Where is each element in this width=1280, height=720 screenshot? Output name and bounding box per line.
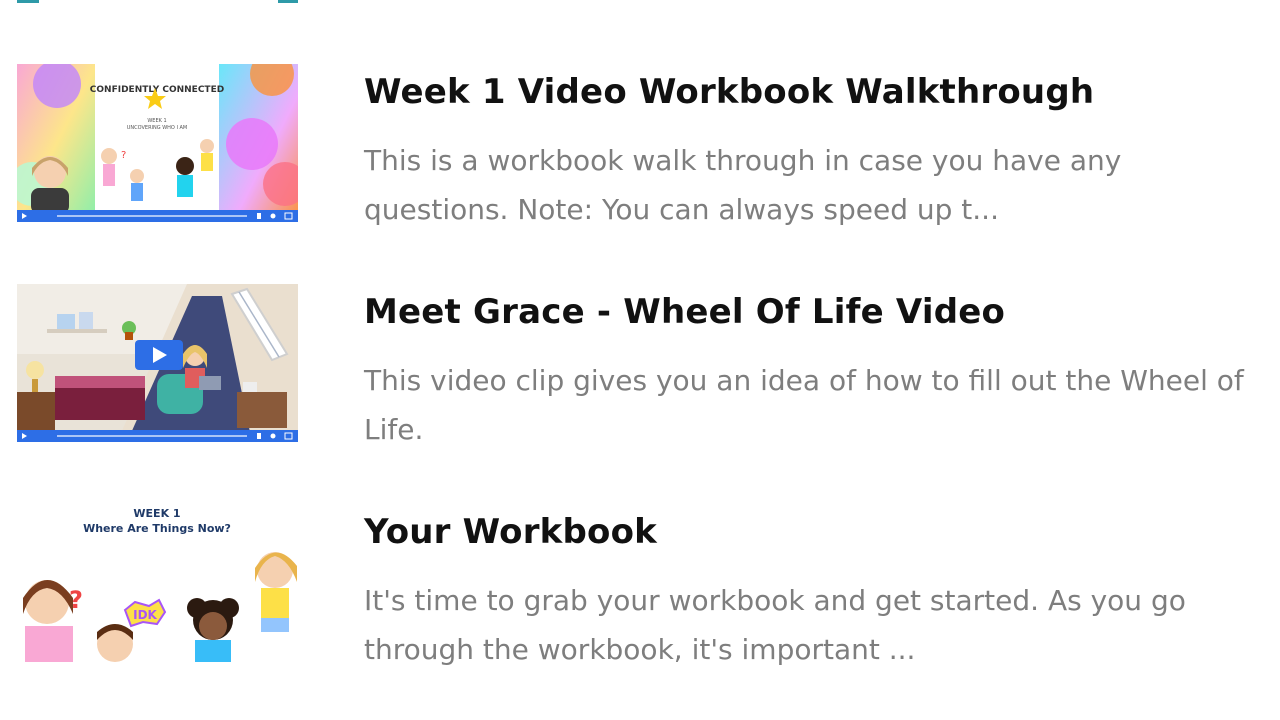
video-thumbnail[interactable]: [17, 284, 298, 442]
lesson-item-meet-grace[interactable]: Meet Grace - Wheel Of Life Video This vi…: [17, 284, 1257, 464]
lesson-item-workbook-walkthrough[interactable]: CONFIDENTLY CONNECTED WEEK 1 UNCOVERING …: [17, 64, 1257, 244]
lesson-description: This is a workbook walk through in case …: [364, 144, 1122, 226]
svg-text:?: ?: [69, 586, 83, 614]
thumbnail-line1: WEEK 1: [133, 507, 180, 520]
thumbnail-line2: UNCOVERING WHO I AM: [127, 125, 188, 131]
thumbnail-line1: WEEK 1: [147, 118, 166, 124]
thumbnail-art: CONFIDENTLY CONNECTED WEEK 1 UNCOVERING …: [17, 64, 298, 222]
lesson-item-your-workbook[interactable]: WEEK 1 Where Are Things Now? ? IDK Your …: [17, 504, 1257, 684]
thumbnail-art: [17, 284, 298, 442]
video-thumbnail[interactable]: CONFIDENTLY CONNECTED WEEK 1 UNCOVERING …: [17, 64, 298, 222]
lesson-title[interactable]: Meet Grace - Wheel Of Life Video: [364, 292, 1005, 332]
svg-text:?: ?: [121, 150, 126, 161]
lesson-title[interactable]: Your Workbook: [364, 512, 657, 552]
lesson-description: It's time to grab your workbook and get …: [364, 584, 1186, 666]
thumbnail-line2: Where Are Things Now?: [83, 522, 231, 535]
lesson-title[interactable]: Week 1 Video Workbook Walkthrough: [364, 72, 1094, 112]
lesson-list: CONFIDENTLY CONNECTED WEEK 1 UNCOVERING …: [0, 0, 1280, 720]
thumbnail-badge: IDK: [133, 608, 157, 622]
image-thumbnail[interactable]: WEEK 1 Where Are Things Now? ? IDK: [17, 504, 298, 662]
lesson-description: This video clip gives you an idea of how…: [364, 364, 1244, 446]
thumbnail-art: WEEK 1 Where Are Things Now? ? IDK: [17, 504, 298, 662]
